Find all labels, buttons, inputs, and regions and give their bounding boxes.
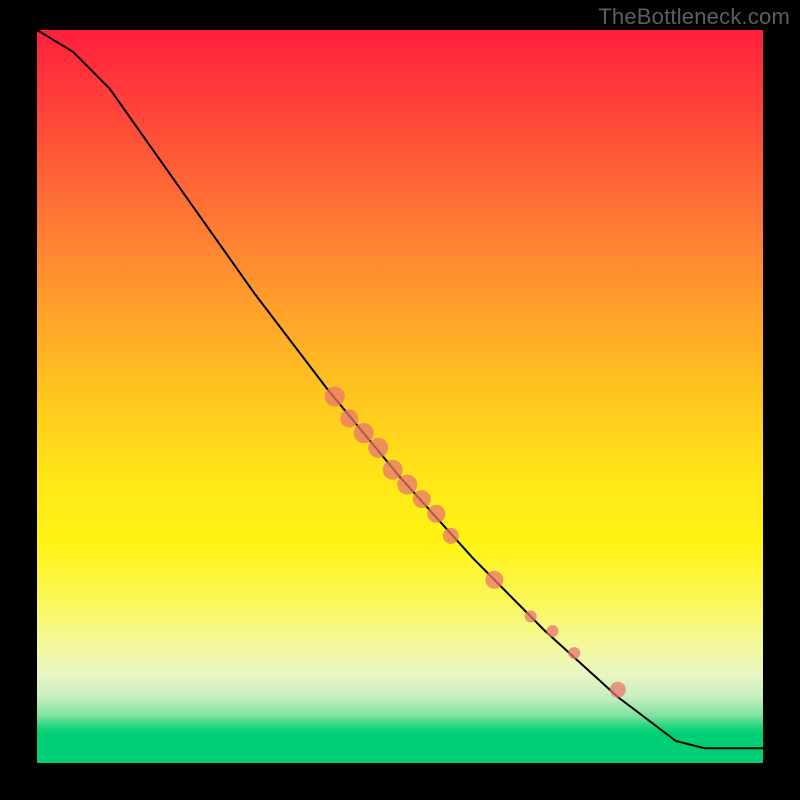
data-point [354, 423, 374, 443]
data-point [383, 460, 403, 480]
curve-line [37, 30, 763, 748]
chart-frame: TheBottleneck.com [0, 0, 800, 800]
data-point [340, 410, 358, 428]
data-point [427, 505, 445, 523]
data-point [568, 647, 580, 659]
data-point [525, 610, 537, 622]
watermark-text: TheBottleneck.com [598, 4, 790, 30]
data-point [368, 438, 388, 458]
data-point [413, 490, 431, 508]
plot-area [37, 30, 763, 763]
data-points-group [325, 387, 626, 698]
data-point [443, 528, 459, 544]
data-point [485, 571, 503, 589]
data-point [547, 625, 559, 637]
data-point [325, 387, 345, 407]
chart-overlay [37, 30, 763, 763]
data-point [610, 682, 626, 698]
data-point [397, 475, 417, 495]
